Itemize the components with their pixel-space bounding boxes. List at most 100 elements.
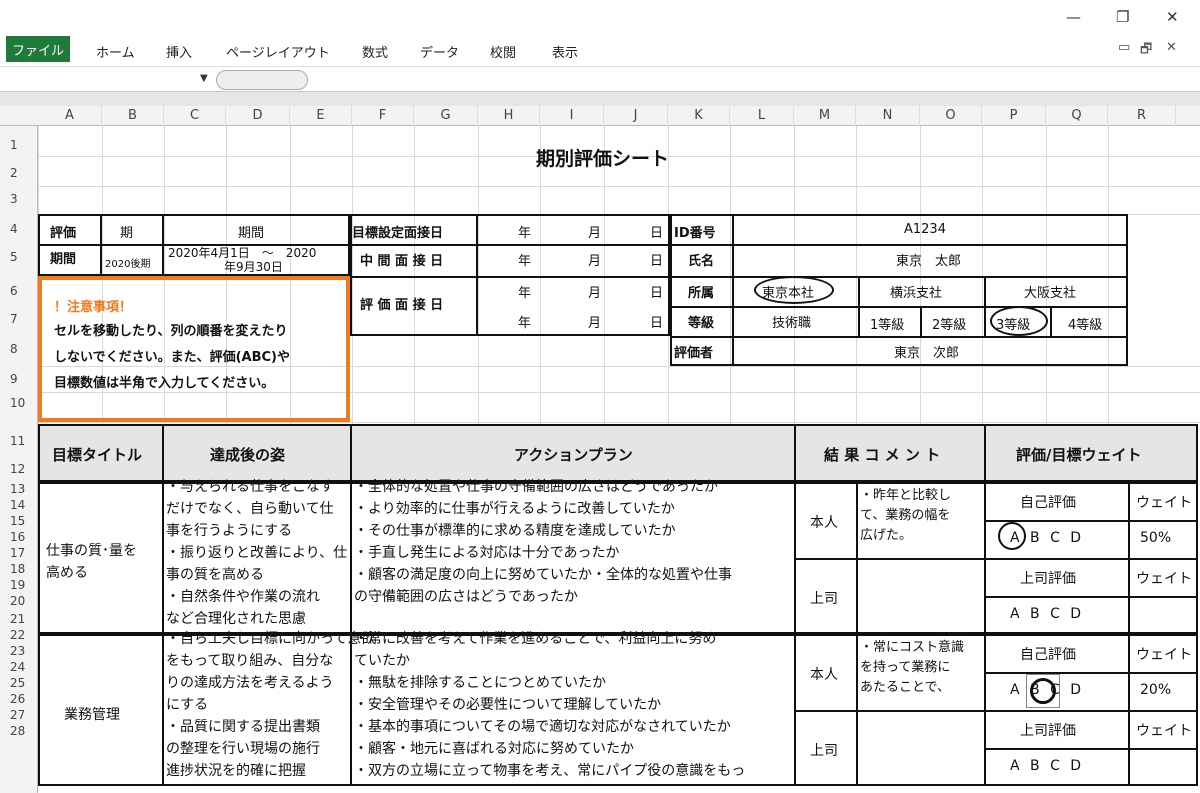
column-header-P[interactable]: P <box>982 106 1046 126</box>
column-header-H[interactable]: H <box>478 106 540 126</box>
goal-title[interactable]: 業務管理 <box>64 704 120 724</box>
date-day-2[interactable]: 日 <box>650 282 663 301</box>
achievement-line[interactable]: 進捗状況を的確に把握 <box>166 760 306 780</box>
action-plan-line[interactable]: ・手直し発生による対応は十分であったか <box>354 542 619 562</box>
action-plan-line[interactable]: ・安全管理やその必要性について理解していたか <box>354 694 661 714</box>
row-header-28[interactable]: 28 <box>0 724 36 738</box>
action-plan-line[interactable]: ・より効率的に仕事が行えるように改善していたか <box>354 498 675 518</box>
result-comment-line[interactable]: て、業務の幅を <box>860 504 950 523</box>
row-header-16[interactable]: 16 <box>0 530 36 544</box>
result-comment-line[interactable]: 広げた。 <box>860 524 912 543</box>
date-month-2[interactable]: 月 <box>588 282 601 301</box>
date-year-0[interactable]: 年 <box>518 222 531 241</box>
column-header-N[interactable]: N <box>856 106 920 126</box>
achievement-line[interactable]: をもって取り組み、自分な <box>166 650 333 670</box>
achievement-line[interactable]: 事を行うようにする <box>166 520 292 540</box>
close-button[interactable]: ✕ <box>1166 8 1179 26</box>
weight-value[interactable]: 20% <box>1140 682 1171 698</box>
tab-page-layout[interactable]: ページレイアウト <box>226 42 330 61</box>
row-header-17[interactable]: 17 <box>0 546 36 560</box>
action-plan-line[interactable]: の守備範囲の広さはどうであったか <box>354 586 578 606</box>
column-header-J[interactable]: J <box>604 106 668 126</box>
column-header-R[interactable]: R <box>1108 106 1176 126</box>
row-header-1[interactable]: 1 <box>0 138 36 152</box>
action-plan-line[interactable]: ・顧客の満足度の向上に努めていたか・全体的な処置や仕事 <box>354 564 732 584</box>
row-header-4[interactable]: 4 <box>0 222 36 236</box>
id-value[interactable]: A1234 <box>904 222 946 237</box>
action-plan-line[interactable]: ・その仕事が標準的に求める精度を達成していたか <box>354 520 676 540</box>
dept-yokohama[interactable]: 横浜支社 <box>890 282 942 301</box>
date-year-3[interactable]: 年 <box>518 312 531 331</box>
formula-scroll-handle[interactable] <box>216 70 308 90</box>
result-comment-line[interactable]: ・常にコスト意識 <box>860 636 964 655</box>
row-header-9[interactable]: 9 <box>0 372 36 386</box>
row-header-3[interactable]: 3 <box>0 192 36 206</box>
row-header-26[interactable]: 26 <box>0 692 36 706</box>
row-header-15[interactable]: 15 <box>0 514 36 528</box>
grade-1[interactable]: 1等級 <box>870 314 904 333</box>
boss-eval-abcd[interactable]: A B C D <box>1010 606 1084 622</box>
goal-title[interactable]: 仕事の質･量を <box>46 540 137 560</box>
row-header-20[interactable]: 20 <box>0 594 36 608</box>
date-day-3[interactable]: 日 <box>650 312 663 331</box>
tab-review[interactable]: 校閲 <box>490 42 516 61</box>
achievement-line[interactable]: 事の質を高める <box>166 564 264 584</box>
row-header-5[interactable]: 5 <box>0 250 36 264</box>
row-header-7[interactable]: 7 <box>0 312 36 326</box>
date-day-1[interactable]: 日 <box>650 250 663 269</box>
column-header-O[interactable]: O <box>920 106 982 126</box>
action-plan-line[interactable]: ・無駄を排除することにつとめていたか <box>354 672 606 692</box>
achievement-line[interactable]: にする <box>166 694 208 714</box>
evaluator-value[interactable]: 東京 次郎 <box>894 342 959 361</box>
action-plan-line[interactable]: ・常に改善を考えて作業を進めることで、利益向上に努め <box>354 628 716 648</box>
row-header-18[interactable]: 18 <box>0 562 36 576</box>
row-header-8[interactable]: 8 <box>0 342 36 356</box>
column-header-C[interactable]: C <box>164 106 226 126</box>
weight-value[interactable]: 50% <box>1140 530 1171 546</box>
tab-home[interactable]: ホーム <box>96 42 135 61</box>
achievement-line[interactable]: ・品質に関する提出書類 <box>166 716 320 736</box>
column-header-A[interactable]: A <box>38 106 102 126</box>
date-month-0[interactable]: 月 <box>588 222 601 241</box>
achievement-line[interactable]: の整理を行い現場の施行 <box>166 738 320 758</box>
column-header-F[interactable]: F <box>352 106 414 126</box>
grade-4[interactable]: 4等級 <box>1068 314 1102 333</box>
row-header-10[interactable]: 10 <box>0 396 36 410</box>
date-month-1[interactable]: 月 <box>588 250 601 269</box>
row-header-23[interactable]: 23 <box>0 644 36 658</box>
spreadsheet-grid[interactable]: 期別評価シート 評価 期間 期 2020後期 期間 2020年4月1日 ～ 20… <box>38 126 1200 793</box>
period-value-2[interactable]: 年9月30日 <box>224 258 283 275</box>
date-day-0[interactable]: 日 <box>650 222 663 241</box>
column-header-K[interactable]: K <box>668 106 730 126</box>
tab-view[interactable]: 表示 <box>552 42 578 61</box>
action-plan-line[interactable]: ・顧客・地元に喜ばれる対応に努めていたか <box>354 738 634 758</box>
tab-data[interactable]: データ <box>420 42 459 61</box>
row-header-12[interactable]: 12 <box>0 462 36 476</box>
column-header-E[interactable]: E <box>290 106 352 126</box>
row-header-25[interactable]: 25 <box>0 676 36 690</box>
achievement-line[interactable]: ・自然条件や作業の流れ <box>166 586 320 606</box>
minimize-button[interactable]: — <box>1066 8 1081 26</box>
tab-formulas[interactable]: 数式 <box>362 42 388 61</box>
result-comment-line[interactable]: を持って業務に <box>860 656 950 675</box>
row-header-6[interactable]: 6 <box>0 284 36 298</box>
achievement-line[interactable]: ・振り返りと改善により、仕 <box>166 542 347 562</box>
achievement-line[interactable]: ・自ら工夫し目標に向かって意欲 <box>166 628 375 648</box>
result-comment-line[interactable]: ・昨年と比較し <box>860 484 951 503</box>
name-box-dropdown-icon[interactable]: ▼ <box>200 73 208 84</box>
row-header-19[interactable]: 19 <box>0 578 36 592</box>
ribbon-minimize-icon[interactable]: ▭ <box>1118 40 1130 55</box>
formula-input[interactable] <box>310 70 1195 90</box>
column-header-Q[interactable]: Q <box>1046 106 1108 126</box>
column-header-B[interactable]: B <box>102 106 164 126</box>
achievement-line[interactable]: ・与えられる仕事をこなす <box>166 476 334 496</box>
row-header-27[interactable]: 27 <box>0 708 36 722</box>
tab-file[interactable]: ファイル <box>6 36 70 62</box>
row-header-2[interactable]: 2 <box>0 166 36 180</box>
column-header-M[interactable]: M <box>794 106 856 126</box>
term-value[interactable]: 2020後期 <box>105 255 150 270</box>
action-plan-line[interactable]: ・双方の立場に立って物事を考え、常にパイプ役の意識をもっ <box>354 760 745 780</box>
achievement-line[interactable]: など合理化された思慮 <box>166 608 306 628</box>
column-header-I[interactable]: I <box>540 106 604 126</box>
date-year-1[interactable]: 年 <box>518 250 531 269</box>
